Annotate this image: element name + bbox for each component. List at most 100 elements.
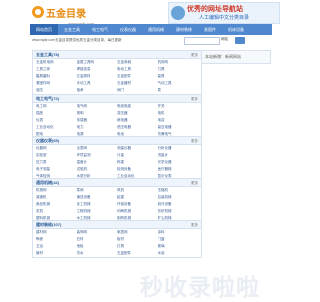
site-link[interactable]: 涂料 [158, 230, 199, 235]
site-link[interactable]: 印刷机械 [117, 209, 158, 214]
site-link[interactable]: 工业自动化 [36, 125, 77, 130]
site-link[interactable]: 制冷设备 [158, 202, 199, 207]
nav-item[interactable]: 仪表仪器 [114, 27, 142, 33]
site-logo[interactable]: 五金目录 www.wjdir.com [32, 5, 94, 26]
site-link[interactable]: 纺织机械 [158, 209, 199, 214]
site-link[interactable]: 化工机械 [77, 202, 118, 207]
section-title[interactable]: 五金工具(78) [36, 52, 59, 58]
search-input[interactable] [184, 37, 220, 45]
site-link[interactable]: 称重 [117, 160, 158, 165]
site-link[interactable]: 灯具 [117, 244, 158, 249]
site-link[interactable]: 工程机械 [77, 209, 118, 214]
site-link[interactable]: 机械网 [36, 188, 77, 193]
site-link[interactable]: 输送设备 [77, 195, 118, 200]
site-link[interactable]: 建材网 [36, 230, 77, 235]
section-title[interactable]: 建材装修(107) [36, 222, 61, 228]
site-link[interactable]: 电机 [158, 111, 199, 116]
site-link[interactable]: 磨具磨料 [36, 74, 77, 79]
site-link[interactable]: 刀具 [158, 67, 199, 72]
site-link[interactable]: 减速机 [36, 195, 77, 200]
site-link[interactable]: 五金商城 [117, 60, 158, 65]
site-link[interactable]: 高压电器 [158, 125, 199, 130]
section-title[interactable]: 仪器仪表(65) [36, 138, 59, 144]
site-link[interactable]: 低压电器 [117, 125, 158, 130]
section-more-link[interactable]: 更多 [191, 181, 198, 186]
site-link[interactable]: 板材 [117, 237, 158, 242]
site-link[interactable]: 轴承 [77, 88, 118, 93]
site-link[interactable]: 变压器 [117, 111, 158, 116]
site-link[interactable]: 环保设备 [117, 202, 158, 207]
site-link[interactable]: 液压 [36, 88, 77, 93]
site-link[interactable]: 电工网 [36, 104, 77, 109]
site-link[interactable]: 门窗 [158, 237, 199, 242]
section-more-link[interactable]: 更多 [191, 97, 198, 102]
site-link[interactable]: 插座 [36, 111, 77, 116]
nav-item[interactable]: 五金工具 [58, 27, 86, 33]
site-link[interactable]: 五金原材 [77, 74, 118, 79]
site-link[interactable]: 起重 [117, 195, 158, 200]
site-link[interactable]: 电气网 [77, 104, 118, 109]
site-link[interactable]: 计量 [117, 153, 158, 158]
site-link[interactable]: 手动工具 [77, 81, 118, 86]
site-link[interactable]: 电子测量 [36, 167, 77, 172]
site-link[interactable]: 管材 [36, 251, 77, 256]
nav-item[interactable]: 机床设备 [222, 27, 250, 33]
site-link[interactable]: 检测设备 [117, 167, 158, 172]
section-more-link[interactable]: 更多 [191, 223, 198, 228]
site-link[interactable]: 泵阀 [77, 188, 118, 193]
section-more-link[interactable]: 更多 [191, 53, 198, 58]
site-link[interactable]: 工具之家 [36, 67, 77, 72]
site-link[interactable]: 电线电缆 [117, 104, 158, 109]
search-button[interactable] [235, 37, 245, 44]
site-link[interactable]: 装饰网 [77, 230, 118, 235]
site-link[interactable]: 测量仪器 [117, 146, 158, 151]
site-link[interactable]: 陶瓷 [36, 237, 77, 242]
site-link[interactable]: 温度计 [77, 160, 118, 165]
site-link[interactable]: 农机 [36, 209, 77, 214]
site-link[interactable]: 焊接信息 [77, 67, 118, 72]
site-link[interactable]: 气动工具 [158, 81, 199, 86]
site-link[interactable]: 继电器 [117, 118, 158, 123]
site-link[interactable]: 电动工具 [117, 67, 158, 72]
nav-item[interactable]: 通用机械 [142, 27, 170, 33]
site-link[interactable]: 环境监测 [77, 153, 118, 158]
site-link[interactable]: 五金配件 [117, 251, 158, 256]
site-link[interactable]: 电力 [77, 125, 118, 130]
site-link[interactable]: 金属工具网 [77, 60, 118, 65]
site-link[interactable]: 石材 [77, 237, 118, 242]
site-link[interactable]: 阀门 [117, 88, 158, 93]
site-link[interactable]: 照明 [77, 111, 118, 116]
site-link[interactable]: 地板 [77, 244, 118, 249]
site-link[interactable]: 分析仪器 [158, 146, 199, 151]
site-link[interactable]: 防水 [77, 251, 118, 256]
nav-item[interactable]: 建材装修 [170, 27, 198, 33]
site-link[interactable]: 紧固件网 [36, 81, 77, 86]
site-link[interactable]: 五金机电网 [36, 60, 77, 65]
site-link[interactable]: 五金配件 [117, 74, 158, 79]
site-link[interactable]: 压缩机 [158, 188, 199, 193]
site-link[interactable]: 试验机 [77, 167, 118, 172]
site-link[interactable]: 家居网 [117, 230, 158, 235]
site-link[interactable]: 包装机械 [158, 195, 199, 200]
section-title[interactable]: 电工电气(72) [36, 96, 59, 102]
nav-item[interactable]: 网站首页 [30, 24, 58, 35]
site-link[interactable]: 五金器材 [117, 81, 158, 86]
section-title[interactable]: 通用机械(42) [36, 180, 59, 186]
site-link[interactable]: 压力表 [36, 160, 77, 165]
site-link[interactable]: 流量计 [158, 153, 199, 158]
site-link[interactable]: 卫浴 [36, 244, 77, 249]
site-link[interactable]: 仪器网 [36, 146, 77, 151]
nav-item[interactable]: 电工电气 [86, 27, 114, 33]
site-link[interactable]: 开关 [158, 104, 199, 109]
site-link[interactable]: 玻璃 [158, 244, 199, 249]
search-scope-select[interactable]: 网站 [221, 37, 228, 42]
site-link[interactable]: 泵 [158, 88, 199, 93]
site-link[interactable]: 传感器 [77, 118, 118, 123]
site-link[interactable]: 电容 [158, 118, 199, 123]
site-link[interactable]: 食品机械 [36, 202, 77, 207]
site-link[interactable]: 水泥 [158, 251, 199, 256]
site-link[interactable]: 实验室 [36, 153, 77, 158]
header-banner[interactable]: 优秀的网址导航站 人工编辑中文分类目录 [168, 2, 280, 24]
site-link[interactable]: 量具 [158, 74, 199, 79]
site-link[interactable]: 仪表 [36, 118, 77, 123]
